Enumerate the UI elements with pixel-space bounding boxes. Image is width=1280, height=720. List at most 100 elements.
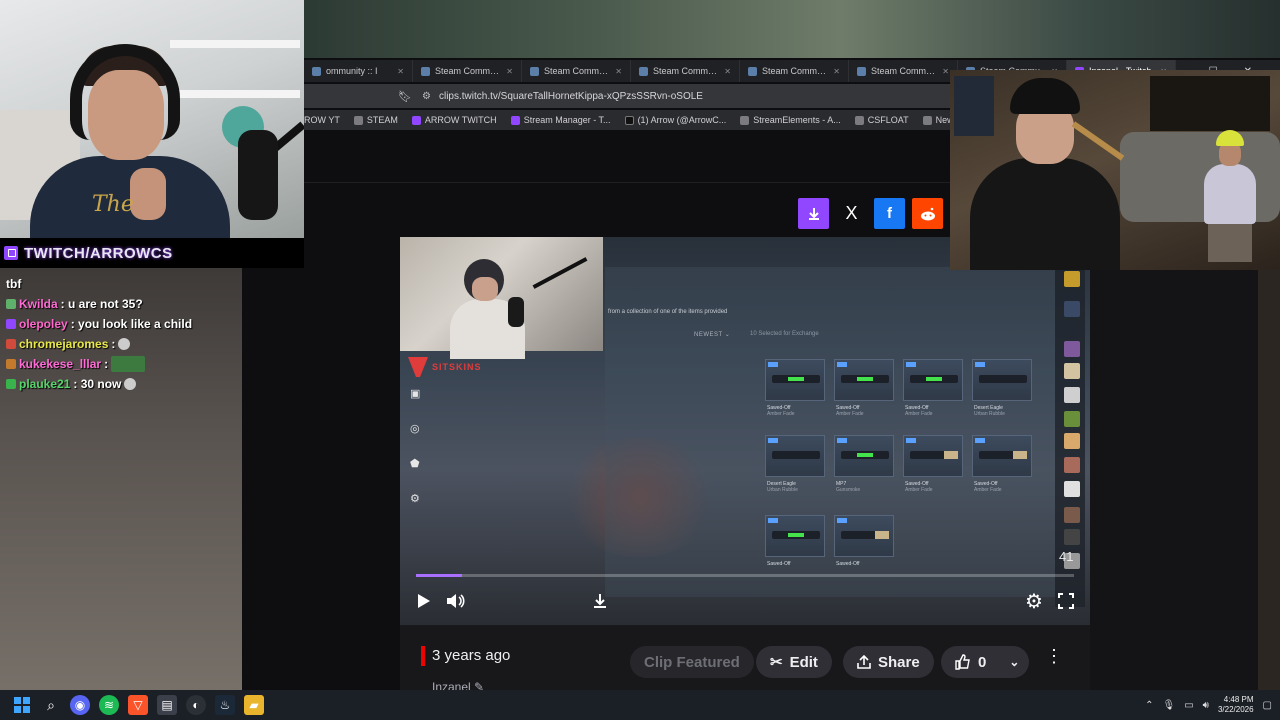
friend-avatar[interactable] bbox=[1064, 411, 1080, 427]
bookmark-item[interactable]: Stream Manager - T... bbox=[510, 115, 611, 125]
inventory-item[interactable] bbox=[834, 359, 894, 401]
inventory-item[interactable] bbox=[765, 435, 825, 477]
friend-avatar[interactable] bbox=[1064, 507, 1080, 523]
steam-app[interactable]: ♨ bbox=[215, 695, 235, 715]
chat-username[interactable]: plauke21 bbox=[19, 374, 70, 394]
inventory-item[interactable] bbox=[903, 435, 963, 477]
chat-username[interactable]: Kwilda bbox=[19, 294, 58, 314]
notifications-icon[interactable]: ▢ bbox=[1263, 700, 1272, 711]
rarity-tag bbox=[837, 438, 847, 443]
friend-avatar[interactable] bbox=[1064, 433, 1080, 449]
bookmark-icon[interactable]: 🔖︎ bbox=[398, 90, 412, 103]
friend-avatar[interactable] bbox=[1064, 301, 1080, 317]
site-settings-icon[interactable]: ⚙ bbox=[422, 91, 431, 102]
tab-close-icon[interactable]: ✕ bbox=[833, 67, 840, 76]
chat-overlay: tbf Kwilda: u are not 35? olepoley: you lo… bbox=[6, 274, 242, 394]
inventory-item[interactable] bbox=[834, 515, 894, 557]
inventory-item[interactable] bbox=[765, 515, 825, 557]
browser-tab[interactable]: Steam Community :: I ✕ bbox=[740, 60, 849, 82]
weapon-image bbox=[979, 451, 1027, 459]
url-field[interactable]: clips.twitch.tv/SquareTallHornetKippa-xQ… bbox=[439, 91, 703, 102]
notes-app[interactable]: ▤ bbox=[157, 695, 177, 715]
friend-avatar[interactable] bbox=[1064, 457, 1080, 473]
friend-avatar[interactable] bbox=[1064, 387, 1080, 403]
file-explorer-app[interactable]: ▰ bbox=[244, 695, 264, 715]
brave-app[interactable]: ▽ bbox=[128, 695, 148, 715]
obs-app[interactable]: ◐ bbox=[186, 695, 206, 715]
tab-close-icon[interactable]: ✕ bbox=[397, 67, 404, 76]
clock-date: 3/22/2026 bbox=[1217, 705, 1254, 714]
start-button[interactable] bbox=[12, 695, 32, 715]
browser-tab[interactable]: ommunity :: I ✕ bbox=[304, 60, 413, 82]
tab-close-icon[interactable]: ✕ bbox=[724, 67, 731, 76]
folder-icon: ▰ bbox=[249, 698, 259, 712]
bookmark-item[interactable]: (1) Arrow (@ArrowC... bbox=[624, 115, 726, 125]
settings-button[interactable]: ⚙ bbox=[1022, 589, 1046, 613]
page-scrollbar[interactable] bbox=[1258, 270, 1280, 690]
inventory-item[interactable] bbox=[972, 359, 1032, 401]
bookmark-item[interactable]: ARROW TWITCH bbox=[411, 115, 497, 125]
bookmark-item[interactable]: ROW YT bbox=[304, 115, 340, 125]
tab-close-icon[interactable]: ✕ bbox=[942, 67, 949, 76]
chevron-down-icon[interactable]: ⌄ bbox=[1009, 655, 1019, 669]
volume-button[interactable] bbox=[444, 589, 468, 613]
item-skin: Urban Rubble bbox=[974, 411, 1005, 417]
edit-button[interactable]: ✂ Edit bbox=[756, 646, 832, 678]
tab-close-icon[interactable]: ✕ bbox=[506, 67, 513, 76]
browser-tab[interactable]: Steam Community :: I ✕ bbox=[849, 60, 958, 82]
thumbs-up-icon bbox=[955, 654, 970, 670]
bookmark-favicon-icon bbox=[510, 115, 520, 125]
item-skin: Amber Fade bbox=[974, 487, 1002, 493]
inventory-item[interactable] bbox=[834, 435, 894, 477]
browser-tab[interactable]: Steam Community :: I ✕ bbox=[413, 60, 522, 82]
chat-username[interactable]: kukekese_lllar bbox=[19, 354, 101, 374]
share-button[interactable]: Share bbox=[843, 646, 934, 678]
steam-icon bbox=[421, 66, 430, 76]
spotify-app[interactable]: ≋ bbox=[99, 695, 119, 715]
friend-avatar[interactable] bbox=[1064, 481, 1080, 497]
system-tray: ⌃ 🎙︎ ▭ 🔊︎ 4:48 PM 3/22/2026 ▢ bbox=[1145, 690, 1272, 720]
player-download-button[interactable] bbox=[588, 589, 612, 613]
desktop-wallpaper bbox=[304, 0, 1280, 58]
network-icon[interactable]: ▭ bbox=[1184, 700, 1193, 711]
chat-username[interactable]: chromejaromes bbox=[19, 334, 108, 354]
discord-app[interactable]: ◉ bbox=[70, 695, 90, 715]
more-options-button[interactable]: ⋮ bbox=[1045, 646, 1063, 667]
friend-avatar[interactable] bbox=[1064, 529, 1080, 545]
share-x-button[interactable]: X bbox=[836, 198, 867, 229]
document-icon: ▤ bbox=[161, 698, 173, 712]
fullscreen-button[interactable] bbox=[1054, 589, 1078, 613]
share-reddit-button[interactable] bbox=[912, 198, 943, 229]
chat-username[interactable]: olepoley bbox=[19, 314, 68, 334]
friend-avatar[interactable] bbox=[1064, 363, 1080, 379]
inventory-item[interactable] bbox=[765, 359, 825, 401]
inventory-item[interactable] bbox=[903, 359, 963, 401]
download-icon bbox=[808, 207, 819, 220]
microphone-icon[interactable]: 🎙︎ bbox=[1162, 700, 1175, 711]
friend-avatar[interactable] bbox=[1064, 341, 1080, 357]
browser-tab[interactable]: Steam Community :: I ✕ bbox=[631, 60, 740, 82]
search-button[interactable]: ⌕ bbox=[41, 695, 61, 715]
cube-icon: ▣ bbox=[410, 388, 421, 400]
speaker-icon[interactable]: 🔊︎ bbox=[1203, 700, 1209, 711]
like-button[interactable]: 0 ⌄ bbox=[941, 646, 1030, 678]
download-button[interactable] bbox=[798, 198, 829, 229]
share-facebook-button[interactable]: f bbox=[874, 198, 905, 229]
inventory-item[interactable] bbox=[972, 435, 1032, 477]
video-player[interactable]: from a collection of one of the items pr… bbox=[400, 237, 1090, 625]
bookmark-label: STEAM bbox=[366, 115, 398, 125]
bookmark-item[interactable]: StreamElements - A... bbox=[740, 115, 841, 125]
bookmark-item[interactable]: CSFLOAT bbox=[854, 115, 909, 125]
player-controls: ⚙ bbox=[400, 587, 1090, 617]
bookmark-item[interactable]: STEAM bbox=[353, 115, 398, 125]
bookmark-favicon-icon bbox=[624, 115, 634, 125]
chevron-up-icon[interactable]: ⌃ bbox=[1145, 700, 1153, 711]
friend-avatar[interactable] bbox=[1064, 271, 1080, 287]
play-button[interactable] bbox=[414, 589, 434, 613]
clip-featured-button[interactable]: Clip Featured bbox=[630, 646, 754, 678]
item-name: Sawed-Off bbox=[836, 561, 860, 567]
video-progress-bar[interactable] bbox=[416, 574, 1074, 577]
tab-close-icon[interactable]: ✕ bbox=[615, 67, 622, 76]
browser-tab[interactable]: Steam Community :: I ✕ bbox=[522, 60, 631, 82]
clock[interactable]: 4:48 PM 3/22/2026 bbox=[1218, 695, 1254, 715]
